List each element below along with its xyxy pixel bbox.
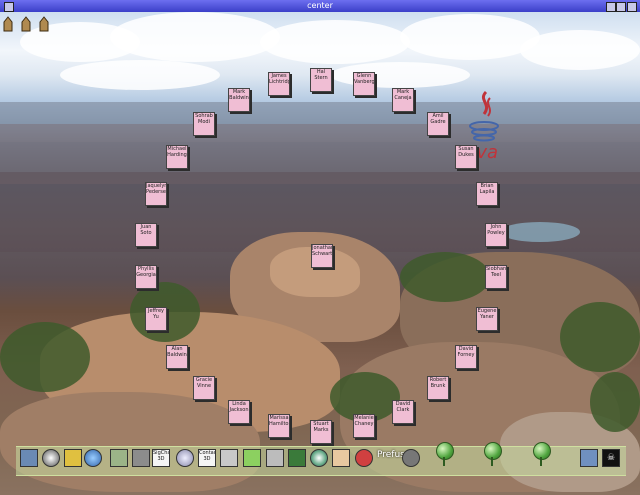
person-card[interactable]: Alan Baldwin	[166, 345, 188, 369]
person-card[interactable]: Amil Gadre	[427, 112, 449, 136]
person-card[interactable]: JamesLichtridge	[268, 72, 290, 96]
person-card[interactable]: Stuart Marks	[310, 420, 332, 444]
person-card[interactable]: Sohrab Modi	[193, 112, 215, 136]
magnifier-icon[interactable]	[266, 449, 284, 467]
person-card[interactable]: Linda Jackson	[228, 400, 250, 424]
dvd-icon[interactable]	[310, 449, 328, 467]
star-icon[interactable]	[580, 449, 598, 467]
tree-icon[interactable]	[110, 449, 128, 467]
globe-icon[interactable]	[84, 449, 102, 467]
molecule-icon[interactable]	[355, 449, 373, 467]
film-icon[interactable]	[402, 449, 420, 467]
maximize-button[interactable]	[616, 2, 626, 12]
person-card[interactable]: Gracie Vinne	[193, 376, 215, 400]
desktop-launcher-icon[interactable]	[2, 16, 14, 32]
orb-icon[interactable]	[436, 442, 454, 460]
person-card[interactable]: John Powley	[485, 223, 507, 247]
window-title: center	[307, 1, 333, 10]
person-card[interactable]: Mark Baldwin	[228, 88, 250, 112]
person-card[interactable]: Marissa Hamilton	[268, 414, 290, 438]
contact-button[interactable]: Contact 3D	[198, 449, 216, 467]
sigchart-button[interactable]: SigChart 3D	[152, 449, 170, 467]
person-card[interactable]: Eugene Yaner	[476, 307, 498, 331]
person-card[interactable]: Brian Lapila	[476, 182, 498, 206]
airplane-icon[interactable]	[220, 449, 238, 467]
person-card[interactable]: Jonathan Schwartz	[311, 244, 333, 268]
face-icon[interactable]	[332, 449, 350, 467]
cd-icon[interactable]	[42, 449, 60, 467]
gear-icon[interactable]	[132, 449, 150, 467]
person-card[interactable]: Juan Soto	[135, 223, 157, 247]
close-button[interactable]	[627, 2, 637, 12]
person-card[interactable]: Mark Caneja	[392, 88, 414, 112]
java-coffee-cup-icon	[469, 90, 499, 142]
person-card[interactable]: Susan Dukes	[455, 145, 477, 169]
person-card[interactable]: Siobhan Teel	[485, 265, 507, 289]
minimize-button[interactable]	[606, 2, 616, 12]
person-card[interactable]: David Clark	[392, 400, 414, 424]
person-card[interactable]: Glenn Vanberg	[353, 72, 375, 96]
person-card[interactable]: Jaquelyn Pedersen	[145, 182, 167, 206]
person-card[interactable]: Michael Harding	[166, 145, 188, 169]
puzzle-icon[interactable]	[288, 449, 306, 467]
desktop-launcher-icon[interactable]	[38, 16, 50, 32]
person-card[interactable]: Robert Brunk	[427, 376, 449, 400]
pirate-flag-icon[interactable]: ☠	[602, 449, 620, 467]
person-card[interactable]: Phyllis Georgia	[135, 265, 157, 289]
help-icon[interactable]	[64, 449, 82, 467]
person-card[interactable]: Jeffrey Yu	[145, 307, 167, 331]
person-card[interactable]: Hal Stern	[310, 68, 332, 92]
orb-icon[interactable]	[533, 442, 551, 460]
person-card[interactable]: David Forney	[455, 345, 477, 369]
disk-icon[interactable]	[176, 449, 194, 467]
person-card[interactable]: Melanie Chaney	[353, 414, 375, 438]
orb-icon[interactable]	[484, 442, 502, 460]
desktop-launcher-icon[interactable]	[20, 16, 32, 32]
monitor-icon[interactable]	[20, 449, 38, 467]
map-icon[interactable]	[243, 449, 261, 467]
